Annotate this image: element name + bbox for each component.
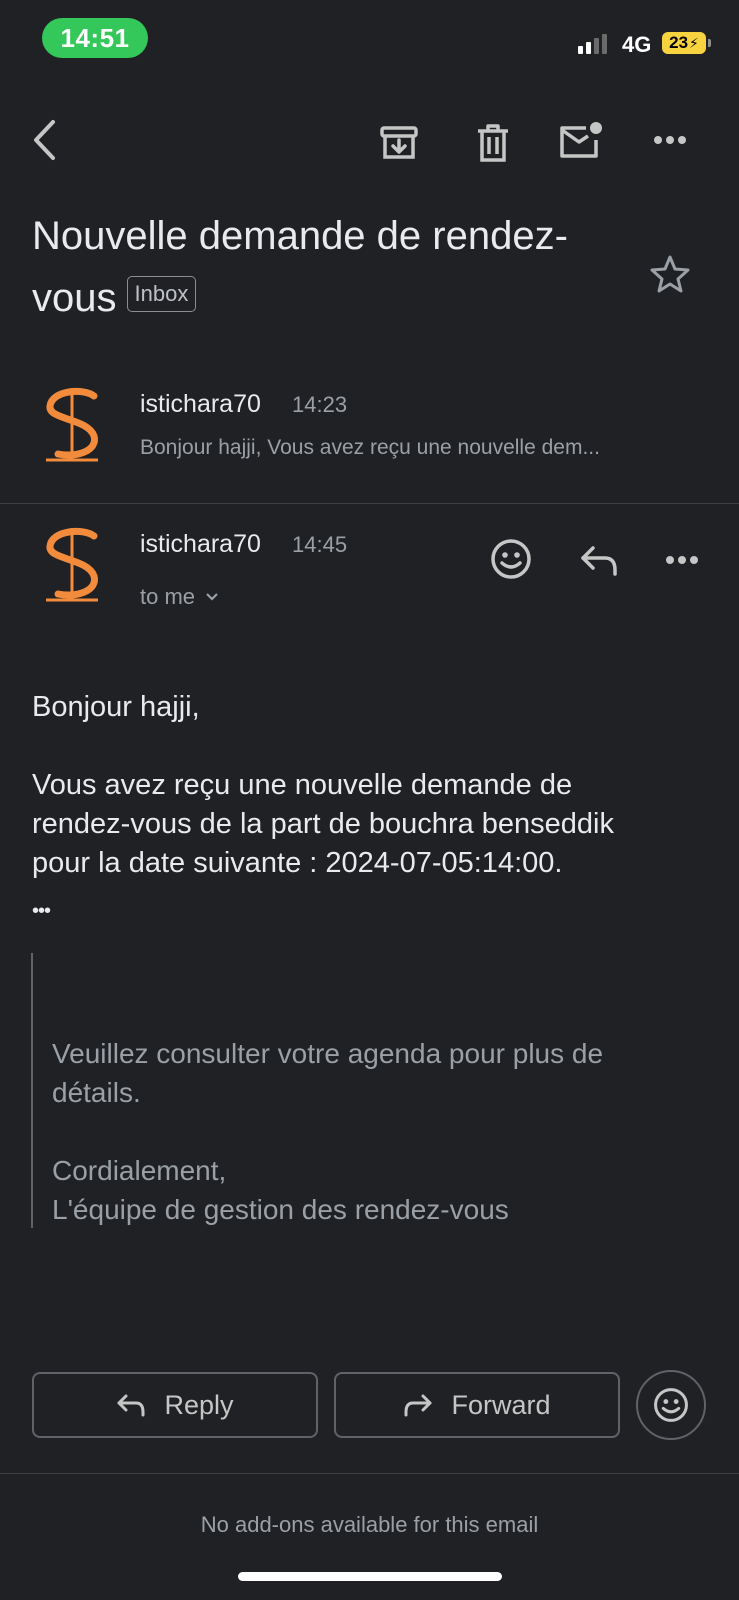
quoted-line: détails. (52, 1077, 141, 1108)
recipient-text: to me (140, 584, 196, 609)
sender-name: istichara70 (140, 390, 261, 418)
reply-icon-button[interactable] (574, 538, 624, 582)
mark-unread-button[interactable] (556, 116, 606, 166)
more-horiz-icon (666, 556, 698, 564)
emoji-icon (491, 539, 531, 579)
body-line: rendez-vous de la part de bouchra bensed… (32, 808, 614, 840)
signal-icon (578, 34, 607, 54)
reply-icon (117, 1394, 145, 1417)
quoted-line: L'équipe de gestion des rendez-vous (52, 1194, 509, 1225)
email-greeting: Bonjour hajji, (32, 691, 200, 723)
inbox-label[interactable]: Inbox (126, 276, 197, 313)
quoted-text: Veuillez consulter votre agenda pour plu… (52, 1034, 712, 1229)
divider (0, 1473, 739, 1474)
quote-bar (31, 953, 33, 1228)
body-line: Vous avez reçu une nouvelle demande de (32, 769, 573, 801)
emoji-icon (654, 1388, 688, 1422)
message-time: 14:45 (292, 532, 348, 557)
reply-label: Reply (164, 1389, 234, 1420)
more-horiz-icon (654, 136, 686, 144)
forward-icon (404, 1394, 432, 1417)
subject-line-1: Nouvelle demande de rendez- (32, 214, 568, 258)
reply-button[interactable]: Reply (32, 1372, 318, 1438)
subject-line-2: vous (32, 276, 117, 320)
battery-level: 23 (669, 33, 689, 52)
message-more-button[interactable] (660, 550, 704, 570)
back-button[interactable] (24, 112, 64, 168)
archive-button[interactable] (374, 118, 424, 168)
star-button[interactable] (648, 252, 692, 296)
message-time: 14:23 (292, 392, 348, 417)
sender-avatar (46, 387, 98, 462)
recipient-toggle[interactable]: to me (140, 584, 219, 610)
show-trimmed-content-button[interactable]: ••• (32, 900, 51, 923)
back-arrow-icon (34, 120, 55, 160)
archive-icon (380, 126, 418, 159)
forward-button[interactable]: Forward (334, 1372, 620, 1438)
addons-message: No add-ons available for this email (200, 1512, 539, 1537)
battery-icon: 23 ⚡ (662, 32, 711, 54)
quoted-line: Veuillez consulter votre agenda pour plu… (52, 1038, 604, 1069)
body-line: pour la date suivante : 2024-07-05:14:00… (32, 847, 563, 879)
home-indicator[interactable] (238, 1572, 502, 1581)
mail-unread-icon (560, 122, 602, 158)
forward-label: Forward (451, 1389, 551, 1420)
quoted-line: Cordialement, (52, 1155, 227, 1186)
network-type: 4G (622, 32, 652, 57)
chevron-down-icon (206, 593, 218, 601)
delete-button[interactable] (468, 118, 518, 168)
email-subject: Nouvelle demande de rendez- vous Inbox (32, 205, 632, 329)
status-time: 14:51 (42, 18, 148, 58)
message-snippet: Bonjour hajji, Vous avez reçu une nouvel… (140, 436, 600, 459)
more-options-button[interactable] (648, 122, 692, 158)
reply-icon (581, 546, 617, 576)
divider (0, 503, 739, 504)
email-body: Vous avez reçu une nouvelle demande de r… (32, 766, 712, 883)
react-button[interactable] (636, 1370, 706, 1440)
star-icon (650, 255, 690, 293)
add-reaction-button[interactable] (486, 534, 536, 584)
sender-name: istichara70 (140, 530, 261, 558)
sender-avatar (46, 527, 98, 602)
trash-icon (478, 124, 508, 162)
